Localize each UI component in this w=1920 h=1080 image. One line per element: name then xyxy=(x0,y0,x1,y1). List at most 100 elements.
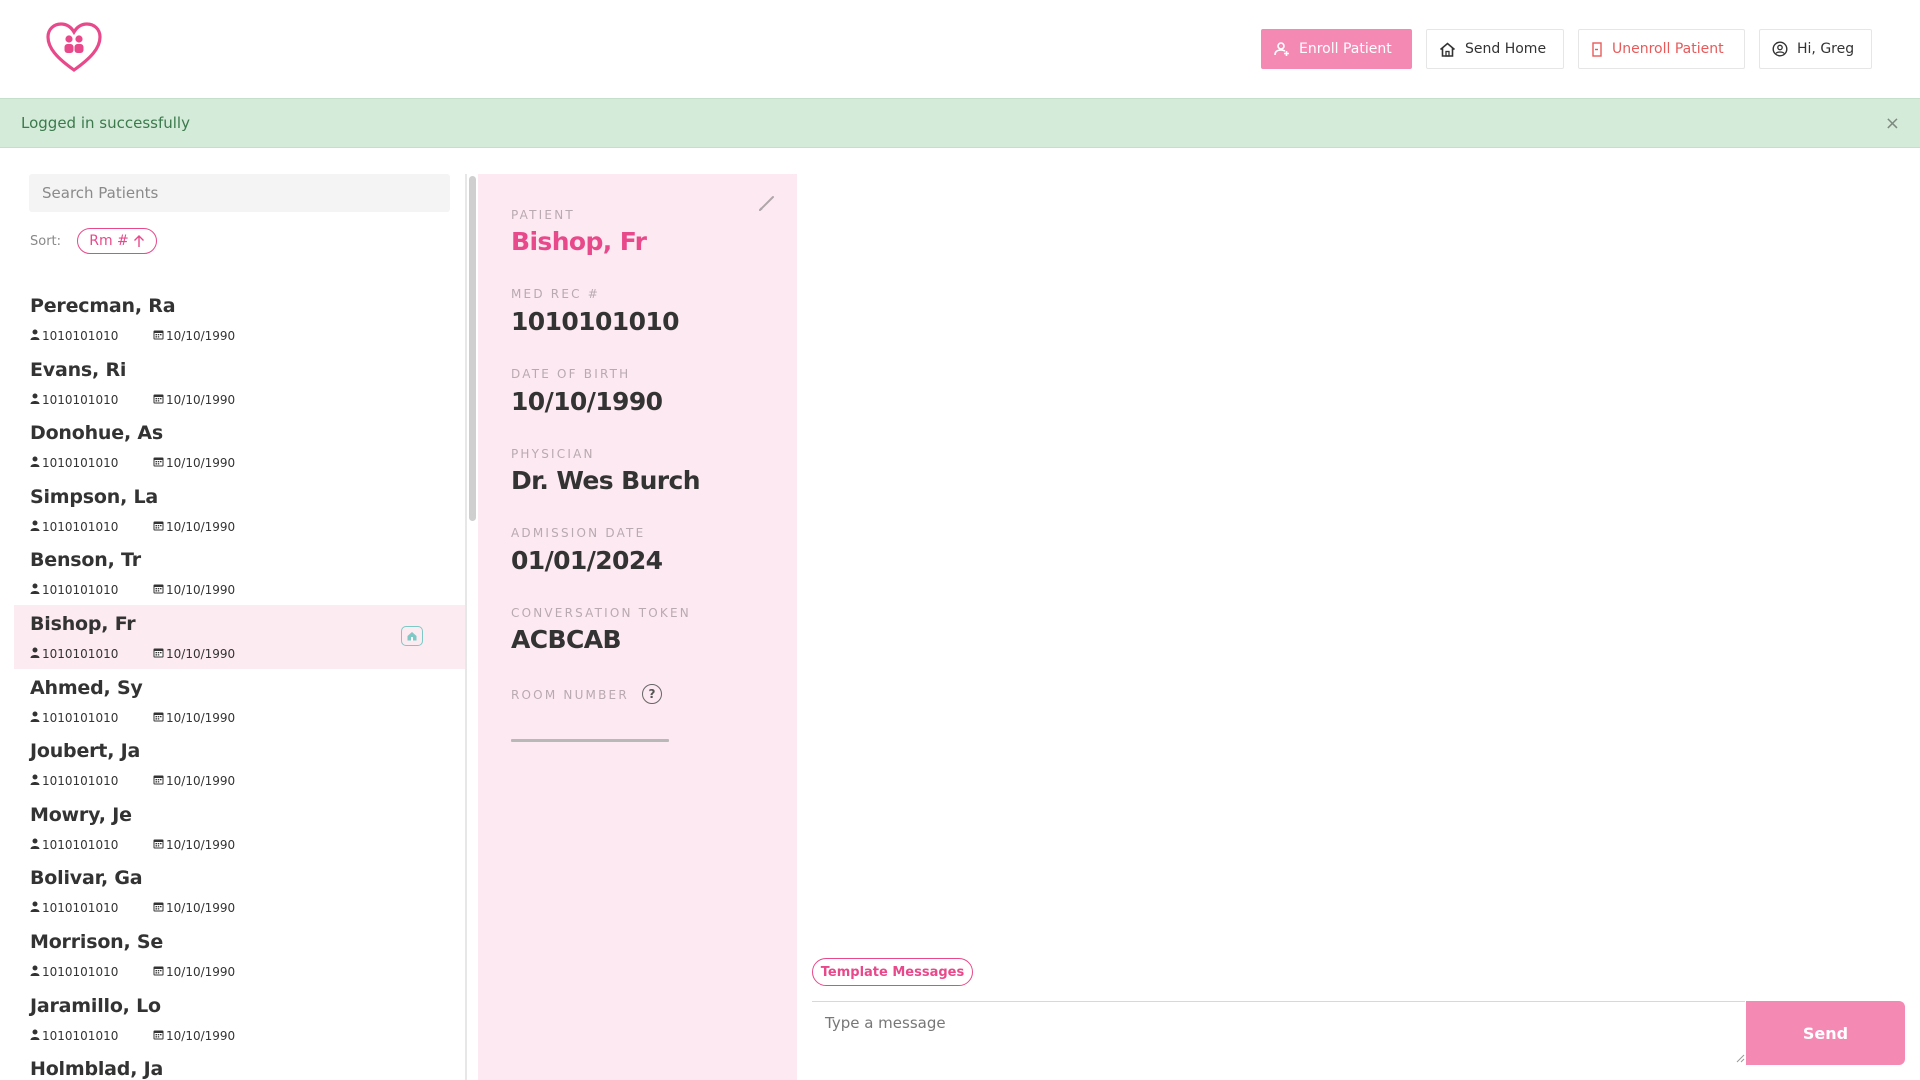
patient-list-item[interactable]: Bolivar, Ga 1010101010 10/10/1990 xyxy=(14,859,465,923)
patient-mrn-text: 1010101010 xyxy=(42,519,119,534)
person-icon xyxy=(30,1029,42,1043)
patient-mrn-text: 1010101010 xyxy=(42,583,119,598)
patient-list-item[interactable]: Donohue, As 1010101010 10/10/1990 xyxy=(14,414,465,478)
person-icon xyxy=(30,711,42,725)
patient-list-item[interactable]: Holmblad, Ja xyxy=(14,1050,465,1080)
patient-name: Simpson, La xyxy=(30,485,159,508)
patient-dob-text: 10/10/1990 xyxy=(166,837,236,852)
patient-name: Evans, Ri xyxy=(30,358,127,381)
user-greeting-label: Hi, Greg xyxy=(1797,41,1855,57)
room-number-field[interactable] xyxy=(511,739,669,742)
patient-name-value: Bishop, Fr xyxy=(511,227,647,256)
patient-list-scrollbar-thumb[interactable] xyxy=(469,176,476,521)
conversation-token-value: ACBCAB xyxy=(511,625,622,654)
home-status-icon xyxy=(401,625,423,646)
patient-name: Perecman, Ra xyxy=(30,295,176,317)
patient-dob-text: 10/10/1990 xyxy=(166,710,236,725)
patient-mrn: 1010101010 xyxy=(30,965,118,979)
patient-dob-text: 10/10/1990 xyxy=(166,646,236,661)
patient-mrn-text: 1010101010 xyxy=(42,646,119,661)
patient-dob-text: 10/10/1990 xyxy=(166,583,236,598)
patient-mrn: 1010101010 xyxy=(30,393,118,407)
calendar-icon xyxy=(153,838,166,852)
person-add-icon xyxy=(1274,42,1289,56)
sort-room-button[interactable]: Rm # xyxy=(77,228,157,254)
unenroll-patient-label: Unenroll Patient xyxy=(1612,41,1724,57)
help-icon[interactable]: ? xyxy=(642,684,662,704)
patient-mrn-text: 1010101010 xyxy=(42,901,119,916)
person-icon xyxy=(30,583,42,597)
calendar-icon xyxy=(153,647,166,661)
exit-door-icon xyxy=(1592,41,1602,57)
patient-list-item[interactable]: Morrison, Se 1010101010 10/10/1990 xyxy=(14,923,465,987)
patient-mrn-text: 1010101010 xyxy=(42,710,119,725)
person-icon xyxy=(30,838,42,852)
patient-name: Morrison, Se xyxy=(30,930,164,953)
patient-name: Donohue, As xyxy=(30,422,163,445)
person-icon xyxy=(30,329,42,343)
sort-label: Sort: xyxy=(30,234,62,249)
patient-mrn: 1010101010 xyxy=(30,456,118,470)
person-icon xyxy=(30,647,42,661)
template-messages-button[interactable]: Template Messages xyxy=(812,958,973,986)
search-patients-input[interactable] xyxy=(29,174,450,212)
heart-people-logo-icon[interactable] xyxy=(45,22,103,74)
patient-dob: 10/10/1990 xyxy=(153,329,235,343)
close-icon[interactable]: × xyxy=(1885,113,1900,134)
conversation-token-label: CONVERSATION TOKEN xyxy=(511,606,691,620)
calendar-icon xyxy=(153,520,166,534)
patient-list-item[interactable]: Evans, Ri 1010101010 10/10/1990 xyxy=(14,351,465,415)
patient-list-item[interactable]: Perecman, Ra 1010101010 10/10/1990 xyxy=(14,287,465,351)
person-icon xyxy=(30,520,42,534)
calendar-icon xyxy=(153,901,166,915)
patient-mrn: 1010101010 xyxy=(30,647,118,661)
physician-label: PHYSICIAN xyxy=(511,447,595,461)
patient-list-item[interactable]: Ahmed, Sy 1010101010 10/10/1990 xyxy=(14,669,465,733)
send-home-label: Send Home xyxy=(1465,41,1547,57)
person-icon xyxy=(30,774,42,788)
patient-mrn-text: 1010101010 xyxy=(42,774,119,789)
enroll-patient-button[interactable]: Enroll Patient xyxy=(1261,29,1412,69)
calendar-icon xyxy=(153,329,166,343)
resize-grip-icon[interactable] xyxy=(1736,1054,1745,1063)
patient-list-item[interactable]: Joubert, Ja 1010101010 10/10/1990 xyxy=(14,732,465,796)
patient-list-item[interactable]: Jaramillo, Lo 1010101010 10/10/1990 xyxy=(14,987,465,1051)
patient-dob: 10/10/1990 xyxy=(153,647,235,661)
patient-list-item[interactable]: Benson, Tr 1010101010 10/10/1990 xyxy=(14,541,465,605)
patient-dob-text: 10/10/1990 xyxy=(166,964,236,979)
patient-dob: 10/10/1990 xyxy=(153,965,235,979)
patient-dob: 10/10/1990 xyxy=(153,711,235,725)
unenroll-patient-button[interactable]: Unenroll Patient xyxy=(1578,29,1745,69)
home-icon xyxy=(1439,41,1456,57)
patient-detail-panel: PATIENT Bishop, Fr MED REC # 1010101010 … xyxy=(478,174,797,1080)
send-button[interactable]: Send xyxy=(1746,1001,1905,1065)
patient-name: Ahmed, Sy xyxy=(30,676,143,699)
room-number-label: ROOM NUMBER xyxy=(511,688,629,702)
pencil-edit-icon[interactable] xyxy=(757,193,777,217)
patient-dob-text: 10/10/1990 xyxy=(166,329,236,343)
med-rec-value: 1010101010 xyxy=(511,307,680,336)
user-menu-button[interactable]: Hi, Greg xyxy=(1759,29,1872,69)
patient-list-scrollbar-track xyxy=(465,174,467,1080)
patient-name: Bishop, Fr xyxy=(30,612,136,635)
enroll-patient-label: Enroll Patient xyxy=(1299,41,1392,57)
patient-mrn: 1010101010 xyxy=(30,1029,118,1043)
patient-list-item[interactable]: Bishop, Fr 1010101010 10/10/1990 xyxy=(14,604,465,669)
patient-name: Benson, Tr xyxy=(30,549,141,572)
patient-mrn: 1010101010 xyxy=(30,520,118,534)
calendar-icon xyxy=(153,1029,166,1043)
sort-value: Rm # xyxy=(89,233,129,249)
patient-dob: 10/10/1990 xyxy=(153,583,235,597)
patient-dob-text: 10/10/1990 xyxy=(166,456,236,471)
patient-mrn: 1010101010 xyxy=(30,901,118,915)
message-input[interactable] xyxy=(812,1001,1745,1065)
person-icon xyxy=(30,456,42,470)
patient-mrn: 1010101010 xyxy=(30,329,118,343)
patient-mrn-text: 1010101010 xyxy=(42,392,119,407)
send-home-button[interactable]: Send Home xyxy=(1426,29,1564,69)
dob-label: DATE OF BIRTH xyxy=(511,367,631,381)
admission-date-value: 01/01/2024 xyxy=(511,546,663,575)
patient-list-item[interactable]: Mowry, Je 1010101010 10/10/1990 xyxy=(14,796,465,860)
patient-name: Jaramillo, Lo xyxy=(30,994,161,1017)
patient-list-item[interactable]: Simpson, La 1010101010 10/10/1990 xyxy=(14,478,465,542)
